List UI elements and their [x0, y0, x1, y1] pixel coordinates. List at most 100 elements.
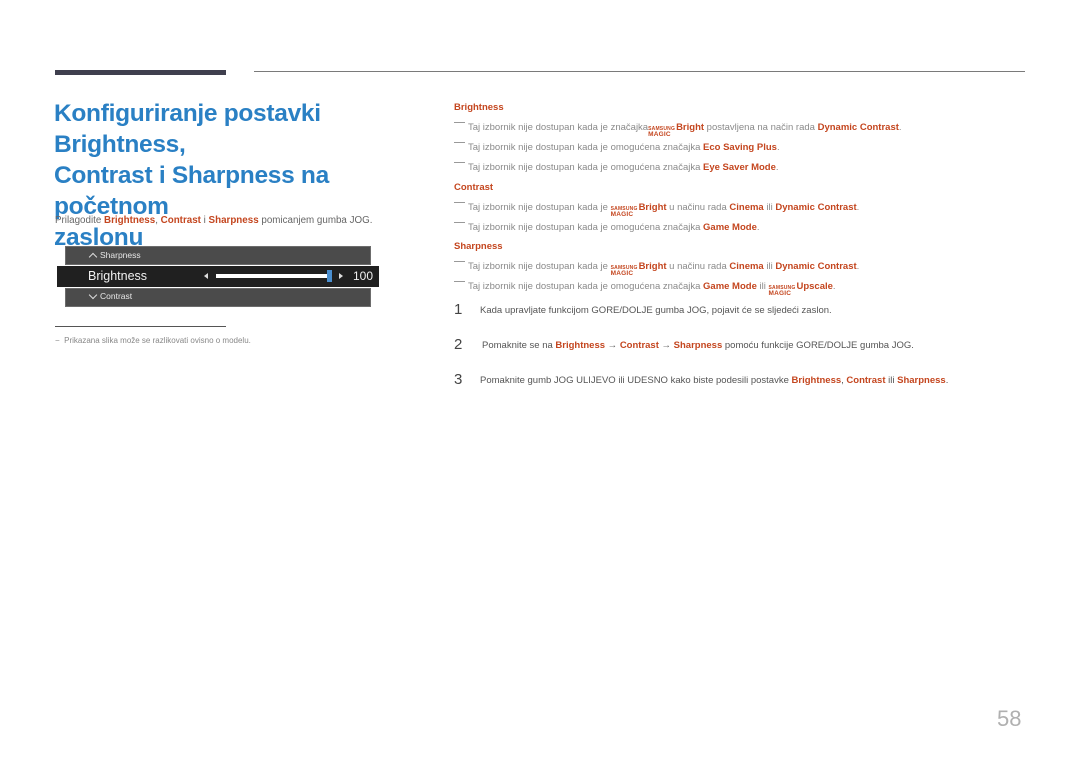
- arrow-right-icon: [339, 273, 343, 279]
- note-brightness-3: Taj izbornik nije dostupan kada je omogu…: [454, 162, 779, 173]
- note-text: ili: [763, 202, 776, 213]
- header-rule: [254, 71, 1025, 72]
- chevron-up-icon: [88, 252, 98, 261]
- note-dash: [454, 142, 465, 143]
- note-dash: [454, 122, 465, 123]
- samsung-magic-logo: SAMSUNG MAGIC: [768, 285, 796, 297]
- note-text: Taj izbornik nije dostupan kada je omogu…: [468, 281, 704, 292]
- term-brightness: Brightness: [555, 340, 606, 351]
- term-contrast: Contrast: [619, 340, 659, 351]
- section-heading-sharpness: Sharpness: [454, 241, 503, 252]
- note-text: .: [776, 142, 780, 153]
- osd-current-label: Brightness: [88, 269, 148, 283]
- note-text: Taj izbornik nije dostupan kada je znača…: [468, 122, 649, 133]
- step-text: .: [945, 375, 949, 386]
- note-text: .: [856, 202, 860, 213]
- term-dynamic-contrast: Dynamic Contrast: [775, 261, 857, 272]
- term-sharpness: Sharpness: [897, 375, 946, 386]
- osd-slider-track: [216, 274, 330, 278]
- term-eye-saver-mode: Eye Saver Mode: [703, 162, 776, 173]
- term-game-mode: Game Mode: [703, 222, 757, 233]
- step-text: Pomaknite se na: [482, 340, 556, 351]
- note-text: .: [856, 261, 860, 272]
- note-dash: [454, 162, 465, 163]
- footnote-text: Prikazana slika može se razlikovati ovis…: [64, 336, 251, 345]
- step-text: ili: [885, 375, 898, 386]
- term-cinema: Cinema: [729, 202, 764, 213]
- term-magic-upscale: Upscale: [796, 281, 833, 292]
- page-number: 58: [997, 706, 1022, 731]
- arrow-left-icon: [204, 273, 208, 279]
- note-text: u načinu rada: [666, 202, 730, 213]
- osd-prev-item: Sharpness: [65, 246, 371, 265]
- step-text-2: Pomaknite se na Brightness → Contrast → …: [482, 340, 914, 351]
- note-sharpness-1: Taj izbornik nije dostupan kada je SAMSU…: [454, 261, 859, 277]
- intro-text: Prilagodite: [55, 215, 105, 226]
- note-text: .: [832, 281, 836, 292]
- term-contrast: Contrast: [160, 215, 201, 226]
- term-magic-bright: Bright: [638, 261, 667, 272]
- note-text: Taj izbornik nije dostupan kada je omogu…: [468, 162, 704, 173]
- note-text: u načinu rada: [666, 261, 730, 272]
- note-text: Taj izbornik nije dostupan kada je: [468, 202, 611, 213]
- step-text-3: Pomaknite gumb JOG ULIJEVO ili UDESNO ka…: [480, 375, 948, 386]
- note-dash: [454, 281, 465, 282]
- osd-slider-thumb: [327, 270, 332, 282]
- osd-next-item: Contrast: [65, 288, 371, 307]
- note-text: Taj izbornik nije dostupan kada je omogu…: [468, 142, 704, 153]
- note-text: Taj izbornik nije dostupan kada je omogu…: [468, 222, 704, 233]
- chevron-down-icon: [88, 290, 98, 299]
- note-sharpness-2: Taj izbornik nije dostupan kada je omogu…: [454, 281, 836, 297]
- term-sharpness: Sharpness: [208, 215, 259, 226]
- note-dash: [454, 202, 465, 203]
- term-sharpness: Sharpness: [673, 340, 723, 351]
- term-dynamic-contrast: Dynamic Contrast: [775, 202, 857, 213]
- note-brightness-1: Taj izbornik nije dostupan kada je znača…: [454, 122, 902, 138]
- note-dash: [454, 261, 465, 262]
- osd-value: 100: [353, 269, 374, 283]
- note-dash: [454, 222, 465, 223]
- note-text: .: [898, 122, 902, 133]
- step-number-1: 1: [454, 301, 463, 318]
- note-text: .: [775, 162, 779, 173]
- section-heading-contrast: Contrast: [454, 182, 494, 193]
- intro-text: pomicanjem gumba JOG.: [258, 215, 373, 226]
- osd-current-item: Brightness 100: [57, 266, 379, 287]
- term-contrast: Contrast: [846, 375, 886, 386]
- term-magic-bright: Bright: [676, 122, 705, 133]
- note-contrast-1: Taj izbornik nije dostupan kada je SAMSU…: [454, 202, 859, 218]
- samsung-magic-logo: SAMSUNG MAGIC: [610, 206, 638, 218]
- step-text-1: Kada upravljate funkcijom GORE/DOLJE gum…: [480, 305, 832, 316]
- term-eco-saving-plus: Eco Saving Plus: [703, 142, 777, 153]
- arrow-icon: →: [605, 340, 620, 351]
- footnote-rule: [55, 326, 226, 327]
- term-magic-bright: Bright: [638, 202, 667, 213]
- title-line-1: Konfiguriranje postavki Brightness,: [54, 100, 321, 158]
- intro-paragraph: Prilagodite Brightness, Contrast i Sharp…: [55, 215, 372, 226]
- note-brightness-2: Taj izbornik nije dostupan kada je omogu…: [454, 142, 780, 153]
- note-text: ili: [763, 261, 776, 272]
- term-dynamic-contrast: Dynamic Contrast: [817, 122, 899, 133]
- title-line-2: Contrast i Sharpness na početnom: [54, 162, 329, 220]
- arrow-icon: →: [658, 340, 674, 351]
- page-title: Konfiguriranje postavki Brightness, Cont…: [54, 98, 444, 253]
- step-number-3: 3: [454, 371, 463, 388]
- step-text: pomoću funkcije GORE/DOLJE gumba JOG.: [722, 340, 914, 351]
- note-text: Taj izbornik nije dostupan kada je: [468, 261, 611, 272]
- note-text: postavljena na način rada: [704, 122, 818, 133]
- note-contrast-2: Taj izbornik nije dostupan kada je omogu…: [454, 222, 760, 233]
- osd-prev-label: Sharpness: [100, 250, 141, 260]
- step-text: Pomaknite gumb JOG ULIJEVO ili UDESNO ka…: [480, 375, 792, 386]
- footnote-dash: −: [55, 336, 60, 345]
- note-text: ili: [756, 281, 769, 292]
- term-brightness: Brightness: [104, 215, 156, 226]
- intro-text: i: [200, 215, 209, 226]
- footnote: − Prikazana slika može se razlikovati ov…: [55, 336, 251, 345]
- samsung-magic-logo: SAMSUNG MAGIC: [610, 265, 638, 277]
- term-brightness: Brightness: [791, 375, 842, 386]
- samsung-magic-logo: SAMSUNG MAGIC: [648, 126, 676, 138]
- section-heading-brightness: Brightness: [454, 102, 504, 113]
- note-text: .: [756, 222, 760, 233]
- step-number-2: 2: [454, 336, 463, 353]
- header-accent-bar: [55, 70, 226, 75]
